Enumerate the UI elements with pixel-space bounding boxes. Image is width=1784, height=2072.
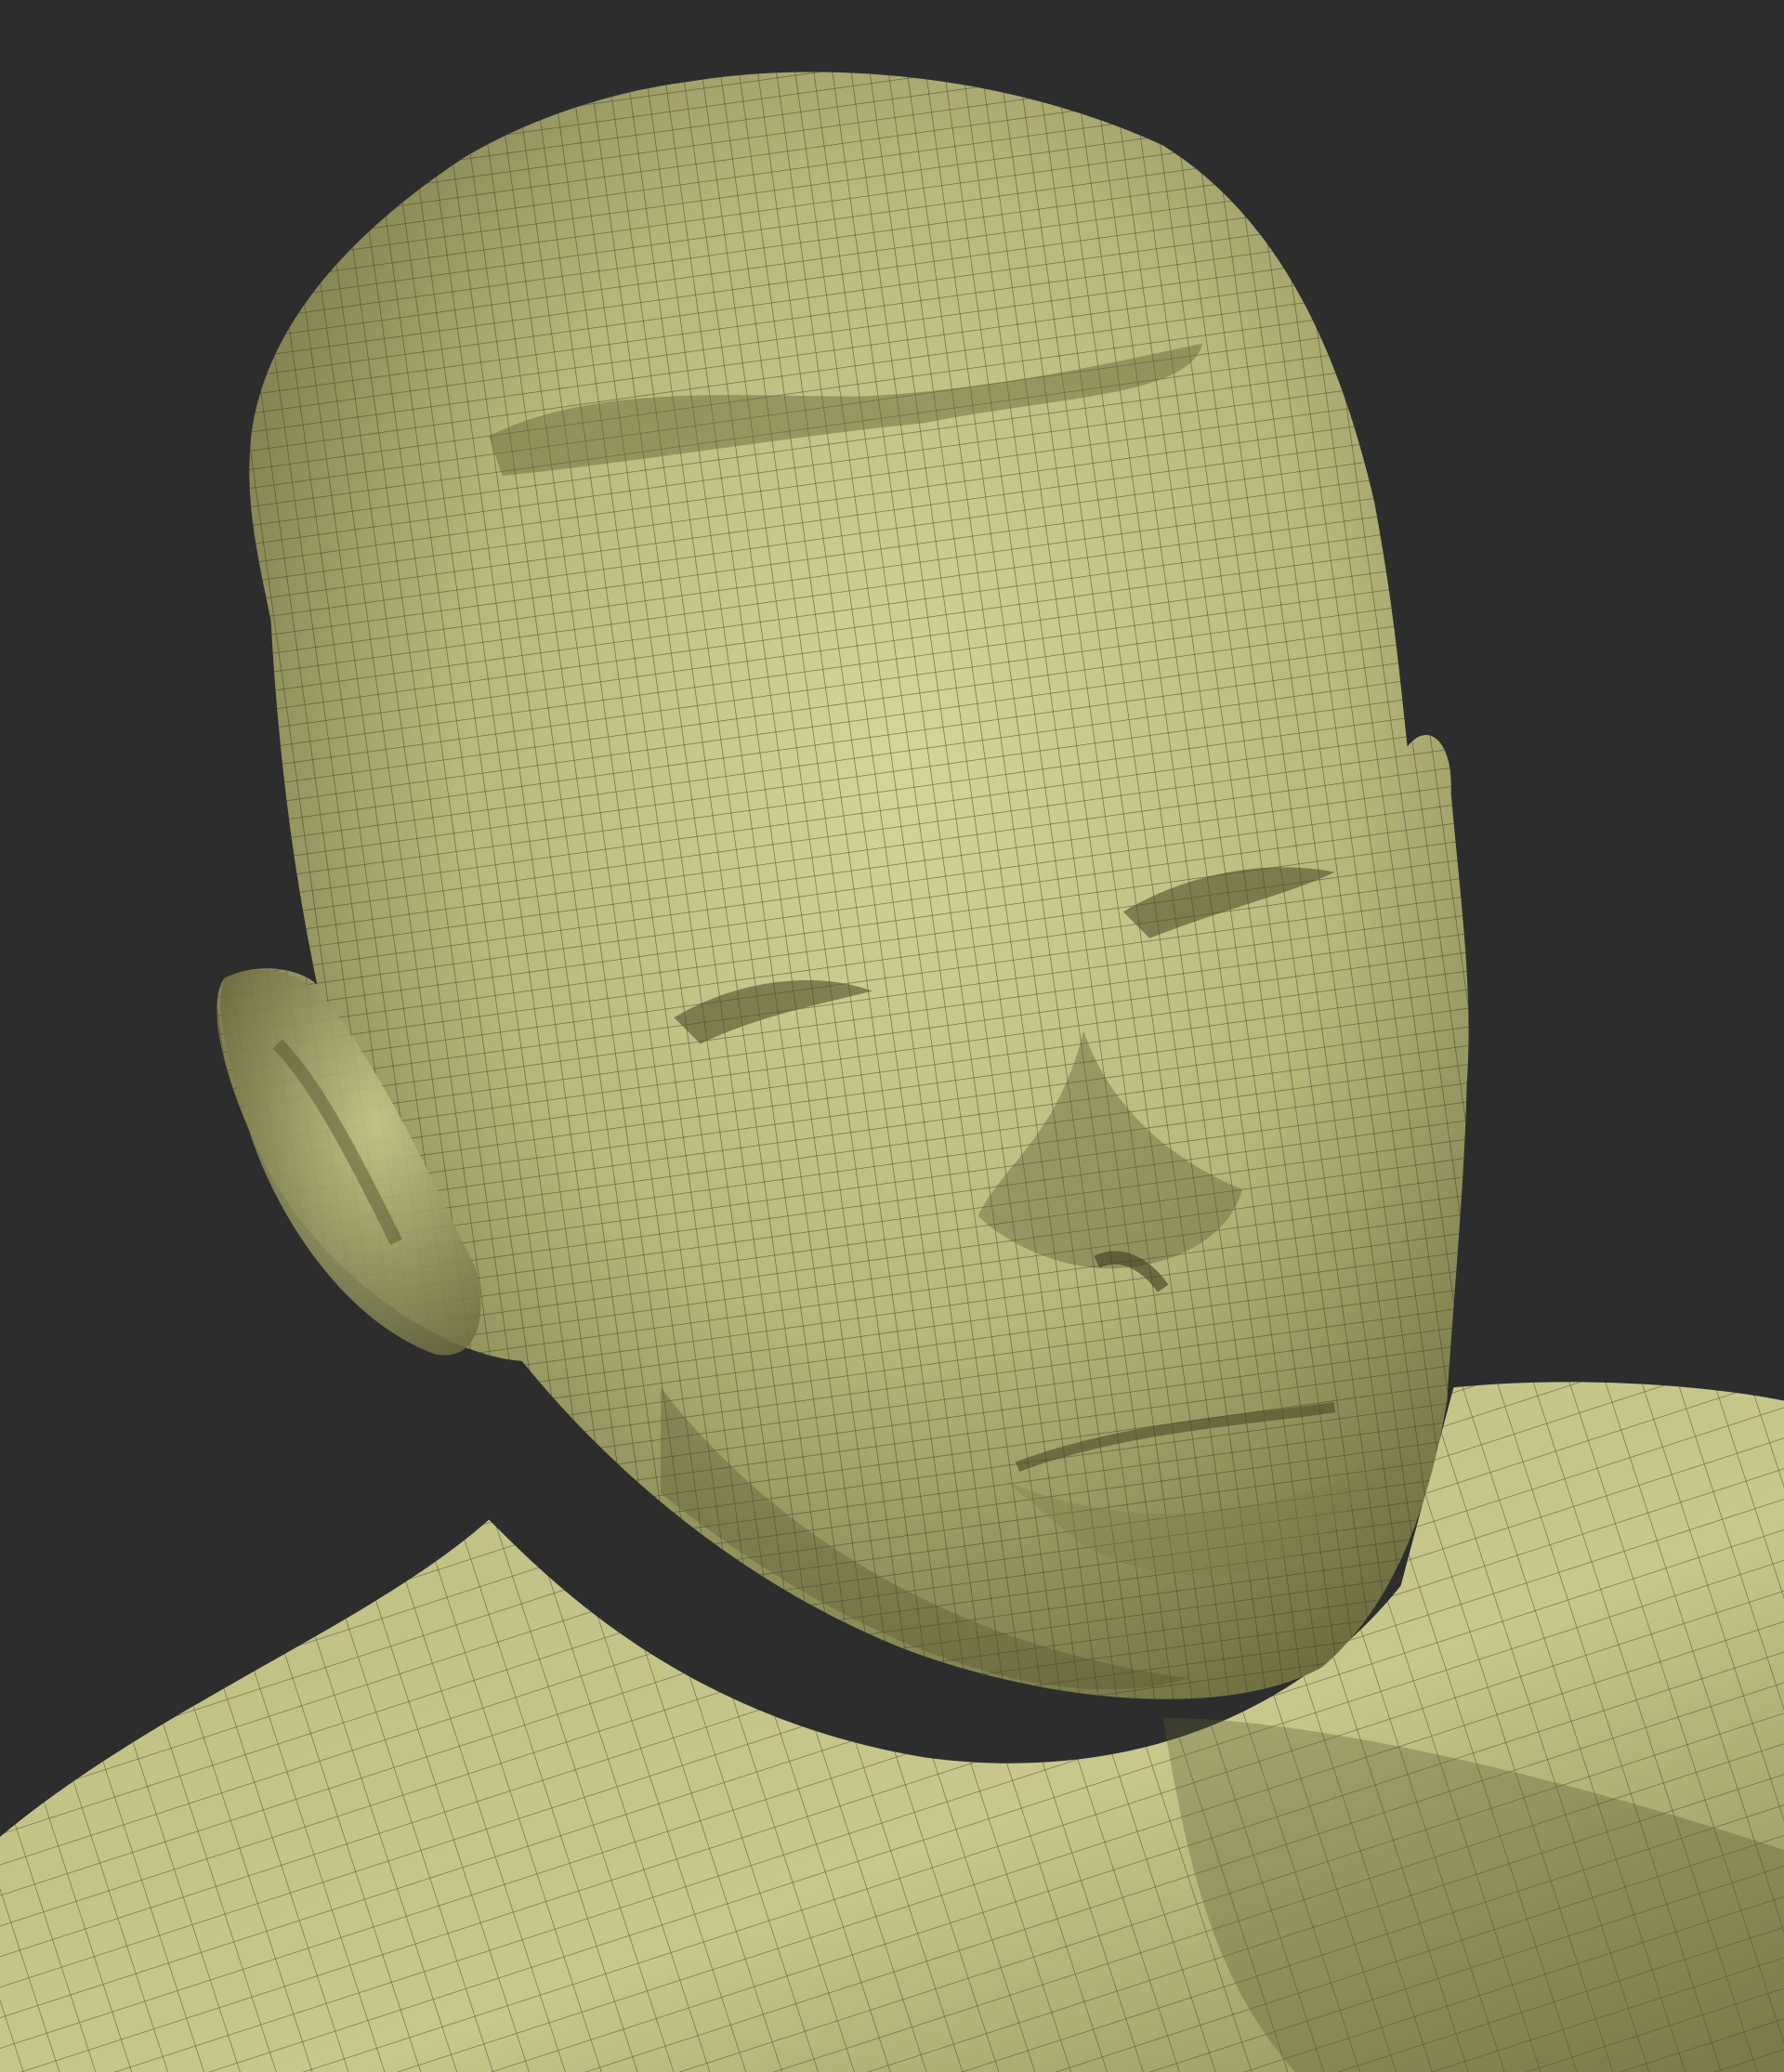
- viewport[interactable]: [0, 0, 1784, 2072]
- mesh-render: [0, 0, 1784, 2072]
